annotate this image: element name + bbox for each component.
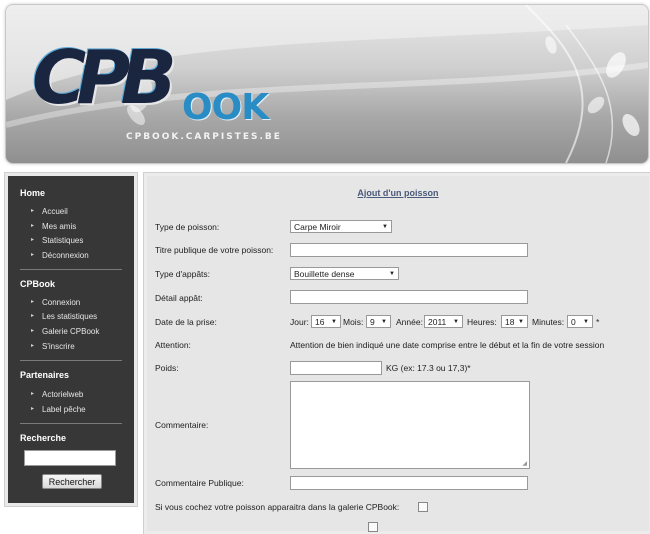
public-comment-label: Commentaire Publique: — [155, 478, 244, 488]
bait-detail-label: Détail appât: — [155, 293, 203, 303]
minutes-value: 0 — [571, 317, 576, 327]
date-label: Date de la prise: — [155, 317, 217, 327]
chevron-down-icon: ▼ — [389, 271, 395, 277]
comment-label: Commentaire: — [155, 420, 209, 430]
sidebar-link-actorielweb[interactable]: Actorielweb — [31, 390, 83, 399]
sidebar-title-cpbook: CPBook — [20, 279, 56, 289]
bait-type-value: Bouillette dense — [294, 269, 355, 279]
sidebar-title-partenaires: Partenaires — [20, 370, 70, 380]
sidebar-link-inscrire[interactable]: S'inscrire — [31, 342, 75, 351]
sidebar-divider — [20, 423, 122, 424]
minutes-select[interactable]: 0 ▼ — [567, 315, 593, 328]
chevron-down-icon: ▼ — [453, 319, 459, 325]
chevron-down-icon: ▼ — [331, 319, 337, 325]
chevron-down-icon: ▼ — [583, 319, 589, 325]
site-url: CPBOOK.CARPISTES.BE — [126, 132, 282, 142]
sidebar-link-deconnexion[interactable]: Déconnexion — [31, 251, 89, 260]
poids-label: Poids: — [155, 363, 179, 373]
fish-type-select[interactable]: Carpe Miroir ▼ — [290, 220, 392, 233]
add-fish-form: Ajout d'un poisson Type de poisson: Carp… — [143, 172, 650, 534]
annee-select[interactable]: 2011 ▼ — [424, 315, 463, 328]
gallery-label: Si vous cochez votre poisson apparaitra … — [155, 502, 400, 512]
sidebar-divider — [20, 269, 122, 270]
sidebar-link-label-peche[interactable]: Label pêche — [31, 405, 85, 414]
mois-value: 9 — [370, 317, 375, 327]
logo-cpb: CPB — [32, 35, 177, 121]
sidebar-title-home: Home — [20, 188, 46, 198]
bait-type-label: Type d'appâts: — [155, 269, 211, 279]
sidebar-link-accueil[interactable]: Accueil — [31, 207, 68, 216]
poids-hint: KG (ex: 17.3 ou 17,3)* — [386, 363, 471, 373]
jour-label: Jour: — [290, 317, 309, 327]
site-banner: CPB OOK CPBOOK.CARPISTES.BE — [5, 4, 649, 164]
logo-ook: OOK — [182, 87, 269, 128]
form-title[interactable]: Ajout d'un poisson — [147, 188, 649, 198]
sidebar-divider — [20, 360, 122, 361]
public-title-input[interactable] — [290, 243, 528, 257]
heures-value: 18 — [505, 317, 515, 327]
jour-value: 16 — [315, 317, 325, 327]
search-button[interactable]: Rechercher — [42, 474, 102, 489]
required-mark: * — [596, 317, 600, 327]
attention-text: Attention de bien indiqué une date compr… — [290, 340, 605, 350]
comment-textarea[interactable]: ◢ — [290, 381, 530, 469]
heures-select[interactable]: 18 ▼ — [501, 315, 528, 328]
fish-type-label: Type de poisson: — [155, 222, 220, 232]
chevron-down-icon: ▼ — [381, 319, 387, 325]
sidebar-title-recherche: Recherche — [20, 433, 67, 443]
mois-select[interactable]: 9 ▼ — [366, 315, 391, 328]
public-comment-input[interactable] — [290, 476, 528, 490]
sidebar-link-galerie[interactable]: Galerie CPBook — [31, 327, 99, 336]
chevron-down-icon: ▼ — [518, 319, 524, 325]
sidebar-link-statistiques[interactable]: Statistiques — [31, 236, 83, 245]
annee-label: Année: — [396, 317, 423, 327]
annee-value: 2011 — [428, 317, 447, 327]
public-title-label: Titre publique de votre poisson: — [155, 245, 274, 255]
sidebar: Home Accueil Mes amis Statistiques Décon… — [4, 172, 138, 507]
sidebar-link-connexion[interactable]: Connexion — [31, 298, 80, 307]
jour-select[interactable]: 16 ▼ — [311, 315, 341, 328]
bait-type-select[interactable]: Bouillette dense ▼ — [290, 267, 399, 280]
fish-type-value: Carpe Miroir — [294, 222, 341, 232]
poids-input[interactable] — [290, 361, 382, 375]
heures-label: Heures: — [467, 317, 497, 327]
chevron-down-icon: ▼ — [382, 224, 388, 230]
minutes-label: Minutes: — [532, 317, 565, 327]
resize-grip-icon[interactable]: ◢ — [522, 460, 527, 467]
gallery-checkbox[interactable] — [418, 502, 428, 512]
sidebar-link-les-statistiques[interactable]: Les statistiques — [31, 312, 97, 321]
attention-label: Attention: — [155, 340, 191, 350]
search-input[interactable] — [24, 450, 116, 466]
mois-label: Mois: — [343, 317, 364, 327]
sidebar-link-mes-amis[interactable]: Mes amis — [31, 222, 76, 231]
bait-detail-input[interactable] — [290, 290, 528, 304]
